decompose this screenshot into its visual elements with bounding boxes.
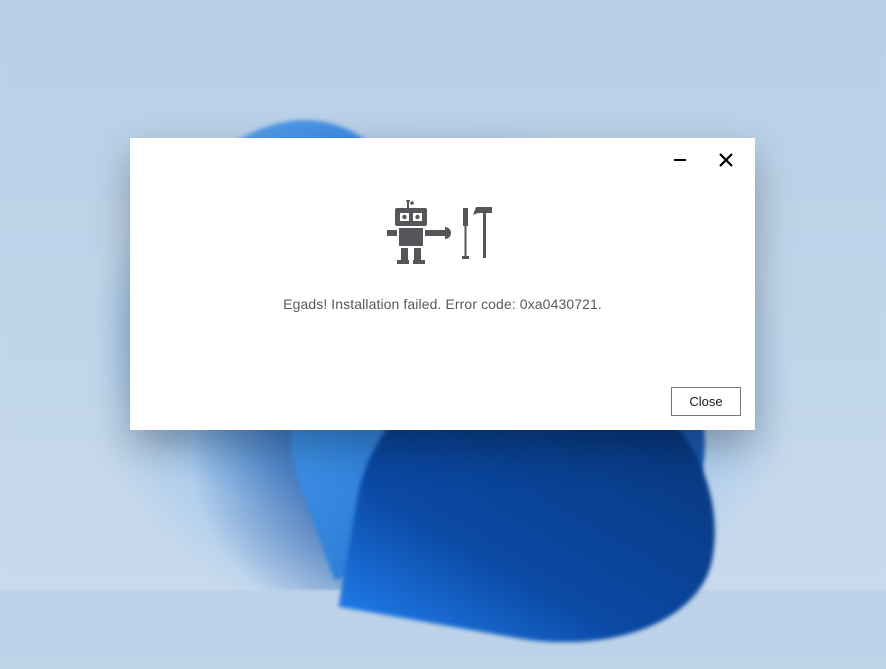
- dialog-footer: Close: [130, 375, 755, 430]
- robot-tools-icon: [383, 200, 503, 270]
- window-close-button[interactable]: [703, 144, 749, 176]
- error-message: Egads! Installation failed. Error code: …: [283, 296, 602, 312]
- close-icon: [719, 153, 733, 167]
- installer-error-dialog: Egads! Installation failed. Error code: …: [130, 138, 755, 430]
- minimize-button[interactable]: [657, 144, 703, 176]
- close-button[interactable]: Close: [671, 387, 741, 416]
- minimize-icon: [674, 154, 686, 166]
- dialog-body: Egads! Installation failed. Error code: …: [130, 182, 755, 375]
- title-bar: [130, 138, 755, 182]
